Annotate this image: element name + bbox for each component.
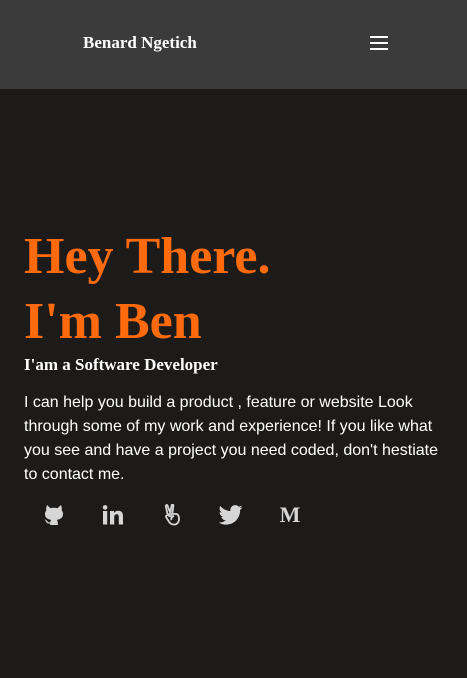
- top-navbar: Benard Ngetich: [0, 0, 467, 89]
- hamburger-menu-icon-bar: [370, 36, 388, 38]
- angellist-icon: [163, 504, 181, 526]
- twitter-icon: [219, 505, 243, 525]
- github-icon: [44, 504, 64, 526]
- brand-name[interactable]: Benard Ngetich: [83, 33, 197, 53]
- medium-icon: M: [279, 502, 301, 527]
- github-link[interactable]: [39, 500, 69, 530]
- hero-bio: I can help you build a product , feature…: [24, 394, 439, 483]
- hero-subtitle: I'am a Software Developer: [24, 355, 218, 374]
- hamburger-menu-icon-bar: [370, 48, 388, 50]
- linkedin-link[interactable]: [98, 500, 128, 530]
- hero-heading-line-2: I'm Ben: [24, 293, 202, 350]
- social-links: M: [0, 500, 467, 530]
- medium-link[interactable]: M: [275, 500, 305, 530]
- hamburger-menu-icon-bar: [370, 42, 388, 44]
- hamburger-menu-button[interactable]: [366, 30, 392, 56]
- hero-heading-line-1: Hey There.: [24, 228, 271, 285]
- linkedin-icon: [102, 505, 124, 525]
- twitter-link[interactable]: [216, 500, 246, 530]
- angellist-link[interactable]: [157, 500, 187, 530]
